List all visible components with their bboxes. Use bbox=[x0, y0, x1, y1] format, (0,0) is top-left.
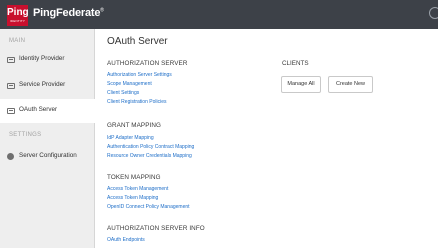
client-registration-policies-link[interactable]: Client Registration Policies bbox=[107, 99, 166, 105]
page-title: OAuth Server bbox=[107, 36, 168, 47]
service-provider-icon bbox=[7, 83, 15, 89]
top-bar: Ping IDENTITY PingFederate® bbox=[0, 0, 438, 29]
idp-adapter-mapping-link[interactable]: IdP Adapter Mapping bbox=[107, 135, 154, 141]
sidebar-item-server-configuration[interactable]: Server Configuration bbox=[0, 145, 95, 169]
client-settings-link[interactable]: Client Settings bbox=[107, 90, 139, 96]
sidebar-item-label: Service Provider bbox=[19, 81, 66, 88]
token-mapping-heading: TOKEN MAPPING bbox=[107, 174, 161, 181]
oauth-server-icon bbox=[7, 108, 15, 114]
logo-subtext: IDENTITY bbox=[9, 19, 26, 23]
resource-owner-credentials-mapping-link[interactable]: Resource Owner Credentials Mapping bbox=[107, 153, 192, 159]
oauth-endpoints-link[interactable]: OAuth Endpoints bbox=[107, 237, 145, 243]
ping-logo[interactable]: Ping IDENTITY bbox=[7, 5, 29, 26]
sidebar-section-settings: SETTINGS bbox=[9, 132, 42, 138]
sidebar-item-identity-provider[interactable]: Identity Provider bbox=[0, 48, 95, 72]
product-name-text: PingFederate bbox=[33, 7, 101, 19]
sidebar-item-label: Server Configuration bbox=[19, 152, 77, 159]
logo-text: Ping bbox=[7, 7, 29, 18]
sidebar-item-label: OAuth Server bbox=[19, 106, 58, 113]
manage-all-button[interactable]: Manage All bbox=[281, 76, 321, 93]
authorization-server-heading: AUTHORIZATION SERVER bbox=[107, 60, 188, 67]
access-token-management-link[interactable]: Access Token Management bbox=[107, 186, 168, 192]
authentication-policy-contract-mapping-link[interactable]: Authentication Policy Contract Mapping bbox=[107, 144, 194, 150]
sidebar: MAIN Identity Provider Service Provider … bbox=[0, 29, 96, 248]
grant-mapping-heading: GRANT MAPPING bbox=[107, 122, 162, 129]
openid-connect-policy-management-link[interactable]: OpenID Connect Policy Management bbox=[107, 204, 190, 210]
sidebar-item-oauth-server[interactable]: OAuth Server bbox=[0, 99, 96, 123]
main-content: OAuth Server AUTHORIZATION SERVER Author… bbox=[96, 29, 438, 248]
create-new-button[interactable]: Create New bbox=[328, 76, 373, 93]
authorization-server-info-heading: AUTHORIZATION SERVER INFO bbox=[107, 225, 205, 232]
sidebar-item-label: Identity Provider bbox=[19, 55, 65, 62]
trademark-mark: ® bbox=[100, 7, 104, 14]
gear-icon bbox=[7, 153, 14, 160]
scope-management-link[interactable]: Scope Management bbox=[107, 81, 152, 87]
sidebar-section-main: MAIN bbox=[9, 38, 26, 44]
authorization-server-settings-link[interactable]: Authorization Server Settings bbox=[107, 72, 172, 78]
identity-provider-icon bbox=[7, 57, 15, 63]
clients-heading: CLIENTS bbox=[282, 60, 309, 67]
product-name: PingFederate® bbox=[33, 7, 104, 19]
sidebar-item-service-provider[interactable]: Service Provider bbox=[0, 74, 95, 98]
user-icon[interactable] bbox=[429, 7, 438, 19]
access-token-mapping-link[interactable]: Access Token Mapping bbox=[107, 195, 158, 201]
